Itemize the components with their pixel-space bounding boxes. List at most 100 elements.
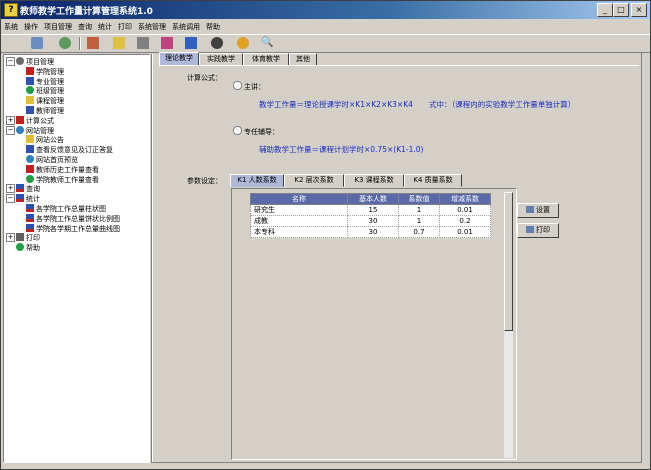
tree-node[interactable]: + 查询 bbox=[6, 184, 40, 194]
tool-back-icon[interactable] bbox=[31, 37, 43, 49]
expand-icon[interactable]: + bbox=[6, 184, 15, 194]
tree-node[interactable]: 帮助 bbox=[16, 243, 40, 252]
tree-node[interactable]: 课程管理 bbox=[26, 96, 64, 105]
params-label: 参数设定： bbox=[187, 177, 222, 185]
tool-edit-icon[interactable] bbox=[113, 37, 125, 49]
column-header[interactable]: 基本人数 bbox=[347, 193, 399, 205]
main-formula: 教学工作量＝理论授课学时×K1×K2×K3×K4 bbox=[259, 100, 413, 109]
table-cell[interactable]: 30 bbox=[347, 226, 399, 238]
tree-node-label: 查询 bbox=[26, 185, 40, 194]
tool-open-icon[interactable] bbox=[87, 37, 99, 49]
collapse-icon[interactable]: − bbox=[6, 125, 15, 135]
tool-help-icon[interactable] bbox=[237, 37, 249, 49]
menu-item[interactable]: 项目管理 bbox=[41, 20, 75, 32]
param-tab-0[interactable]: K1 人数系数 bbox=[230, 174, 284, 187]
tree-node-label: 网站公告 bbox=[36, 136, 64, 145]
tree-node[interactable]: 网站公告 bbox=[26, 135, 64, 144]
table-cell[interactable]: 0.01 bbox=[439, 204, 491, 216]
tree-node[interactable]: 专业管理 bbox=[26, 76, 64, 86]
tool-web-icon[interactable] bbox=[185, 37, 197, 49]
scrollbar-thumb[interactable] bbox=[504, 192, 513, 331]
tree-node[interactable]: 网站首页预览 bbox=[26, 155, 78, 164]
tree-node[interactable]: 教师历史工作量查看 bbox=[26, 164, 99, 174]
column-header[interactable]: 名称 bbox=[250, 193, 348, 205]
table-cell[interactable]: 0.7 bbox=[398, 226, 440, 238]
tree-node[interactable]: 学院教师工作量查看 bbox=[26, 174, 99, 184]
table-cell[interactable]: 30 bbox=[347, 215, 399, 227]
tree-node-label: 帮助 bbox=[26, 244, 40, 253]
toolbar: 🔍 bbox=[1, 34, 650, 53]
menu-item[interactable]: 系统调用 bbox=[169, 20, 203, 32]
tool-chart-icon[interactable] bbox=[161, 37, 173, 49]
table-cell[interactable]: 0.01 bbox=[439, 226, 491, 238]
minimize-button[interactable]: _ bbox=[597, 3, 613, 17]
table-cell[interactable]: 0.2 bbox=[439, 215, 491, 227]
table-cell[interactable]: 1 bbox=[398, 204, 440, 216]
settings-button[interactable]: 设置 bbox=[517, 203, 559, 218]
table-cell[interactable]: 1 bbox=[398, 215, 440, 227]
tool-refresh-icon[interactable] bbox=[59, 37, 71, 49]
tool-user-icon[interactable] bbox=[211, 37, 223, 49]
table-row[interactable]: 本专科 30 0.7 0.01 bbox=[250, 226, 491, 238]
param-tab-1[interactable]: K2 层次系数 bbox=[284, 174, 344, 187]
tree-node[interactable]: 学院各学期工作总量曲线图 bbox=[26, 223, 120, 233]
tree-node[interactable]: 教师管理 bbox=[26, 106, 64, 115]
main-teaching-option[interactable]: 主讲： bbox=[233, 81, 265, 92]
menu-item[interactable]: 操作 bbox=[21, 20, 41, 32]
menu-item[interactable]: 帮助 bbox=[203, 20, 223, 32]
printer-icon bbox=[526, 226, 534, 233]
maximize-button[interactable]: □ bbox=[613, 3, 629, 17]
tree-node[interactable]: 各学院工作总量饼状比例图 bbox=[26, 213, 120, 223]
tree-node[interactable]: + 计算公式 bbox=[6, 115, 54, 125]
table-cell[interactable]: 研究生 bbox=[250, 204, 348, 216]
menu-item[interactable]: 统计 bbox=[95, 20, 115, 32]
table-row[interactable]: 研究生 15 1 0.01 bbox=[250, 204, 491, 216]
main-formula-note: 式中：（课程内的实验教学工作量单独计算） bbox=[429, 100, 576, 109]
tree-node[interactable]: 查看反馈意见及订正答复 bbox=[26, 145, 113, 154]
tree-node-icon bbox=[16, 233, 24, 242]
tree-node[interactable]: 班级管理 bbox=[26, 86, 64, 95]
tree-node[interactable]: − 统计 bbox=[6, 194, 40, 204]
tree-node[interactable]: − 项目管理 bbox=[6, 57, 54, 66]
tree-node-label: 各学院工作总量饼状比例图 bbox=[36, 214, 120, 223]
tree-node-label: 学院各学期工作总量曲线图 bbox=[36, 224, 120, 233]
tree-node-icon bbox=[16, 184, 24, 193]
tree-node[interactable]: + 打印 bbox=[6, 233, 40, 243]
collapse-icon[interactable]: − bbox=[6, 57, 15, 66]
tree-node-icon bbox=[26, 204, 34, 212]
content-border-right bbox=[641, 53, 642, 463]
menu-item[interactable]: 系统 bbox=[1, 20, 21, 32]
assist-teaching-option[interactable]: 专任辅导： bbox=[233, 126, 279, 137]
print-button[interactable]: 打印 bbox=[517, 223, 559, 238]
tree-node-icon bbox=[26, 164, 34, 173]
tree-node[interactable]: − 网站管理 bbox=[6, 125, 54, 135]
collapse-icon[interactable]: − bbox=[6, 194, 15, 204]
splitter[interactable] bbox=[151, 54, 153, 462]
table-row[interactable]: 成教 30 1 0.2 bbox=[250, 215, 491, 227]
tree-node-label: 教师历史工作量查看 bbox=[36, 165, 99, 174]
param-tab-2[interactable]: K3 课程系数 bbox=[344, 174, 404, 187]
settings-icon bbox=[526, 206, 534, 213]
expand-icon[interactable]: + bbox=[6, 115, 15, 125]
window-title: 教师教学工作量计算管理系统1.0 bbox=[20, 7, 153, 17]
menu-item[interactable]: 查询 bbox=[75, 20, 95, 32]
param-tab-3[interactable]: K4 质量系数 bbox=[404, 174, 462, 187]
tool-save-icon[interactable] bbox=[137, 37, 149, 49]
close-button[interactable]: × bbox=[631, 3, 647, 17]
grid-scrollbar[interactable] bbox=[504, 192, 513, 458]
table-cell[interactable]: 成教 bbox=[250, 215, 348, 227]
tool-search-icon[interactable]: 🔍 bbox=[261, 37, 273, 49]
tree-node-icon bbox=[26, 106, 34, 114]
expand-icon[interactable]: + bbox=[6, 233, 15, 243]
app-icon: ? bbox=[4, 3, 18, 17]
tree-node[interactable]: 学院管理 bbox=[26, 66, 64, 76]
tree-node[interactable]: 各学院工作总量柱状图 bbox=[26, 204, 106, 213]
tab-underline bbox=[159, 65, 639, 66]
tab-0[interactable]: 理论教学 bbox=[159, 52, 199, 66]
table-cell[interactable]: 15 bbox=[347, 204, 399, 216]
menu-item[interactable]: 打印 bbox=[115, 20, 135, 32]
column-header[interactable]: 系数值 bbox=[398, 193, 440, 205]
table-cell[interactable]: 本专科 bbox=[250, 226, 348, 238]
column-header[interactable]: 增减系数 bbox=[439, 193, 491, 205]
menu-item[interactable]: 系统管理 bbox=[135, 20, 169, 32]
